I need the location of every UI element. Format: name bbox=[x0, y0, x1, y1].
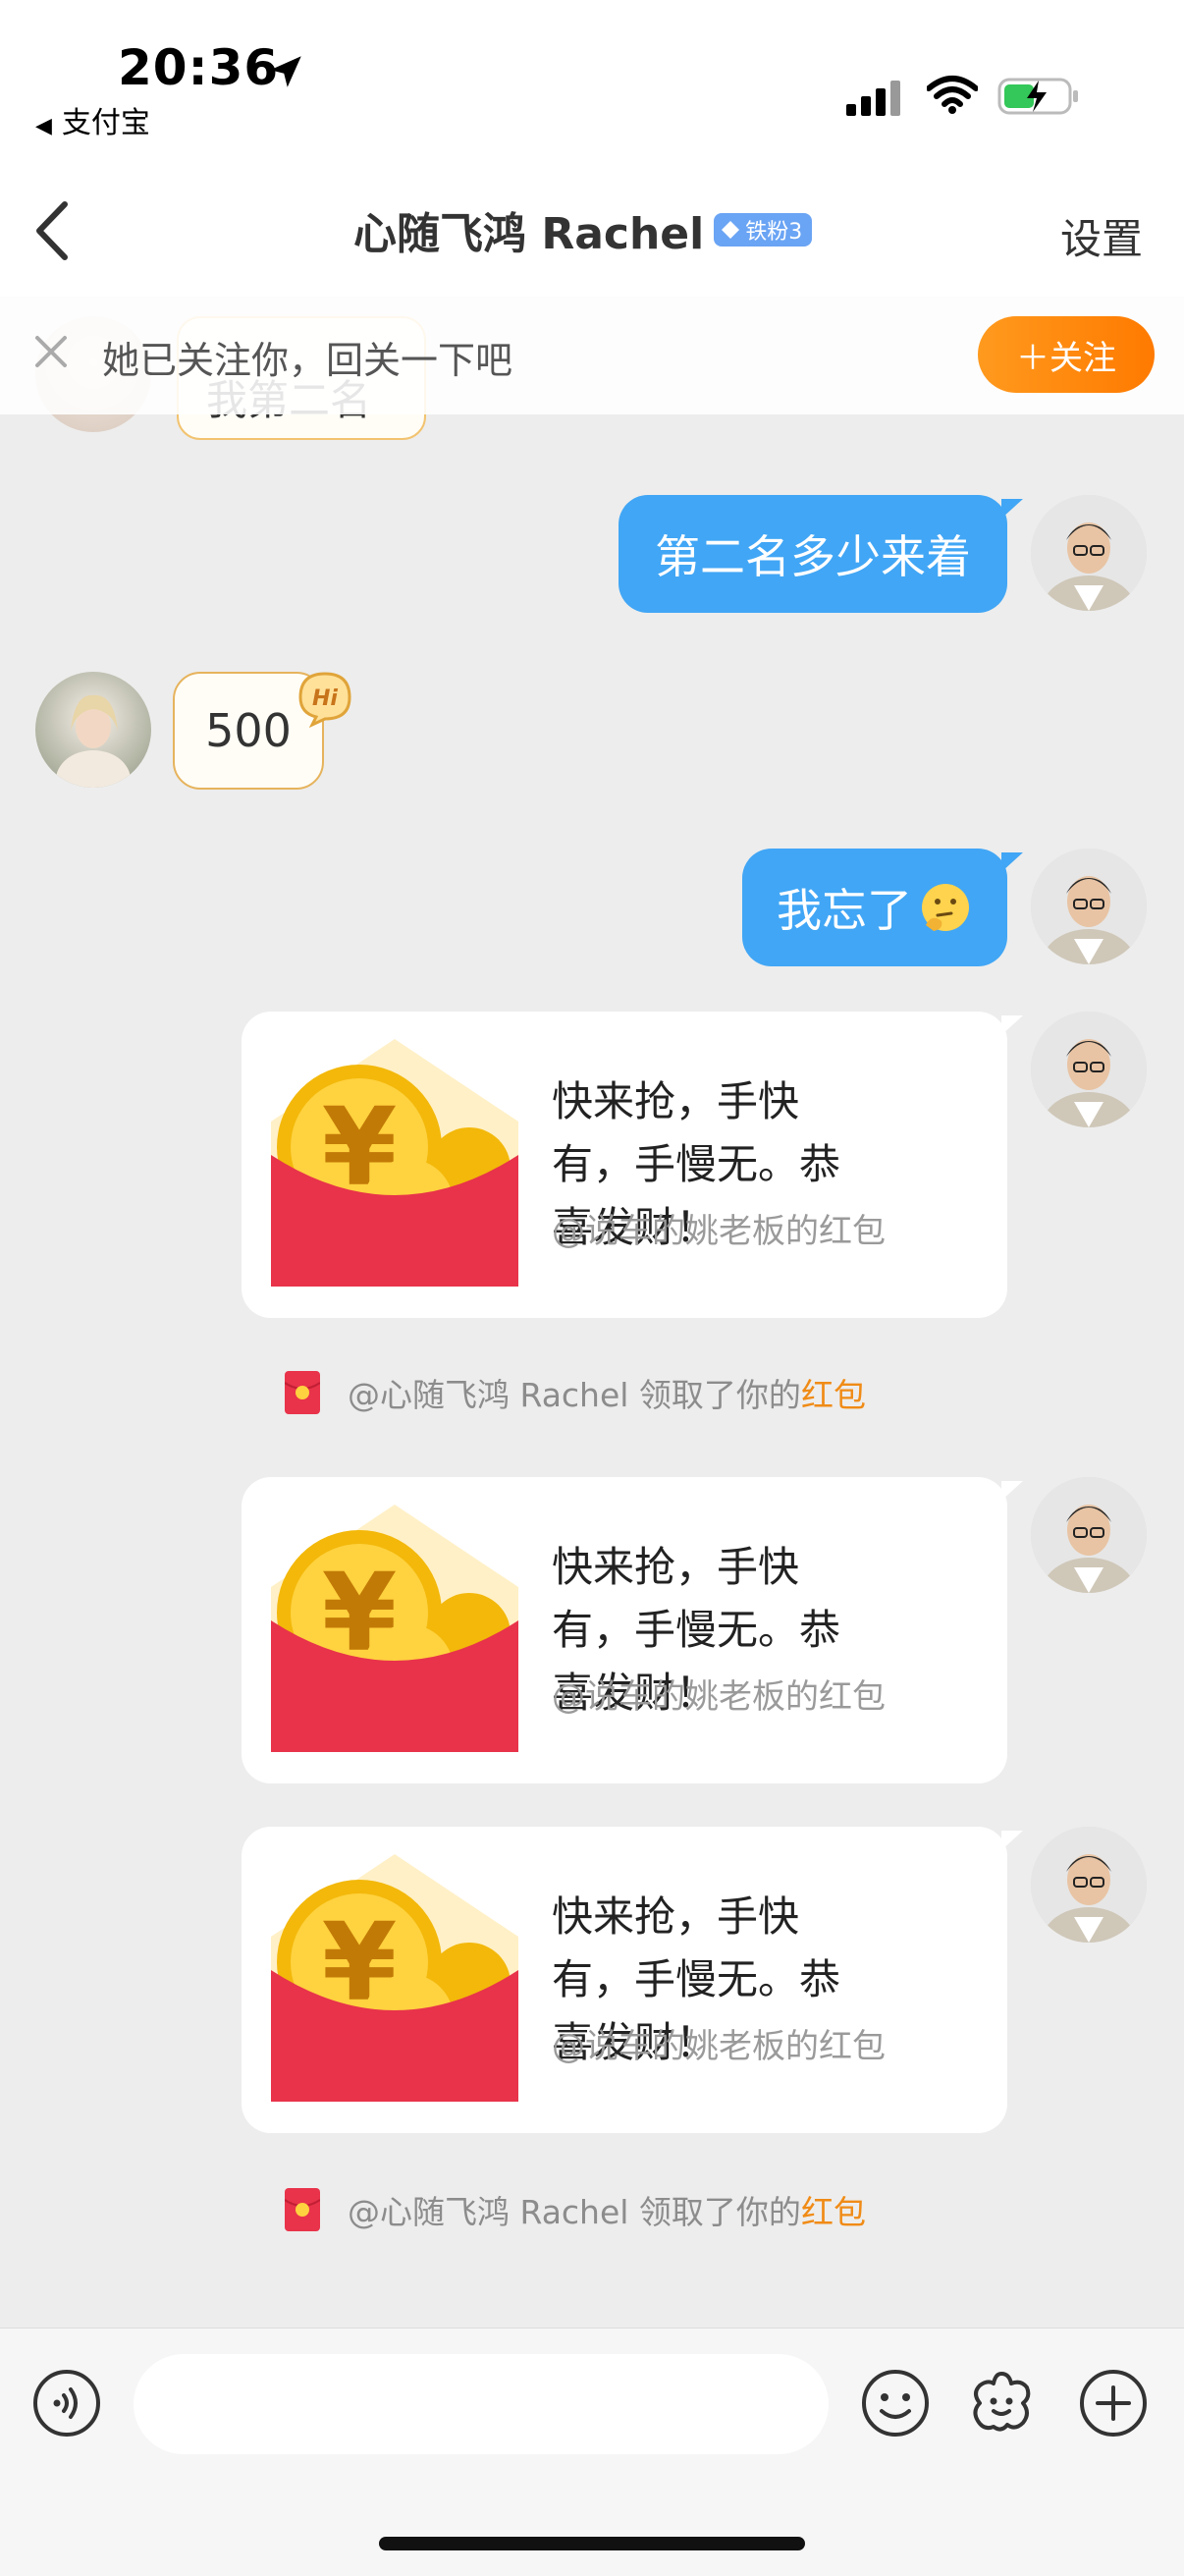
red-packet-card[interactable]: ¥ 快来抢，手快有，手慢无。恭喜发财！ @说车的姚老板的红包 bbox=[242, 1827, 1007, 2133]
back-app-label: 支付宝 bbox=[61, 106, 150, 140]
emoji-icon[interactable] bbox=[860, 2368, 931, 2439]
chat-title-group: 心随飞鸿 Rachel 铁粉3 bbox=[353, 200, 813, 259]
fan-level-badge: 铁粉3 bbox=[714, 213, 813, 247]
sticker-icon[interactable] bbox=[966, 2368, 1037, 2439]
follow-back-banner: 她已关注你，回关一下吧 ＋关注 bbox=[0, 297, 1184, 414]
red-packet-card[interactable]: ¥ 快来抢，手快有，手慢无。恭喜发财！ @说车的姚老板的红包 bbox=[242, 1012, 1007, 1318]
thinking-face-icon bbox=[922, 884, 969, 931]
outgoing-message-bubble[interactable]: 我忘了 bbox=[742, 849, 1007, 966]
battery-charging-icon bbox=[997, 78, 1078, 115]
back-chevron-icon[interactable] bbox=[26, 196, 84, 265]
mini-red-packet-icon bbox=[285, 1371, 320, 1414]
my-avatar[interactable] bbox=[1031, 495, 1147, 611]
red-packet-icon: ¥ bbox=[271, 1854, 518, 2102]
close-icon[interactable] bbox=[29, 330, 73, 373]
status-time: 20:36 bbox=[118, 39, 280, 96]
red-packet-icon: ¥ bbox=[271, 1505, 518, 1752]
cellular-signal-icon bbox=[846, 81, 901, 116]
my-avatar[interactable] bbox=[1031, 1477, 1147, 1593]
notice-highlight-link[interactable]: 红包 bbox=[801, 2186, 866, 2233]
diamond-icon bbox=[722, 221, 740, 239]
red-packet-claimed-notice: @心随飞鸿 Rachel 领取了你的 红包 bbox=[285, 2182, 866, 2237]
mini-red-packet-icon bbox=[285, 2188, 320, 2231]
bubble-tail bbox=[1001, 1831, 1023, 1850]
bubble-tail bbox=[1001, 499, 1023, 519]
red-packet-claimed-notice: @心随飞鸿 Rachel 领取了你的 红包 bbox=[285, 1365, 866, 1420]
red-packet-card[interactable]: ¥ 快来抢，手快有，手慢无。恭喜发财！ @说车的姚老板的红包 bbox=[242, 1477, 1007, 1783]
message-text: 第二名多少来着 bbox=[655, 530, 971, 583]
notice-text: @心随飞鸿 Rachel 领取了你的 bbox=[348, 2193, 801, 2231]
notice-highlight-link[interactable]: 红包 bbox=[801, 1369, 866, 1416]
outgoing-message-bubble[interactable]: 第二名多少来着 bbox=[619, 495, 1007, 613]
bubble-tail bbox=[1001, 1481, 1023, 1501]
follow-back-text: 她已关注你，回关一下吧 bbox=[102, 339, 513, 382]
status-bar: 20:36 ◀ 支付宝 bbox=[0, 0, 1184, 167]
back-to-app-link[interactable]: ◀ 支付宝 bbox=[35, 98, 150, 141]
contact-avatar[interactable] bbox=[35, 672, 151, 788]
back-triangle-icon: ◀ bbox=[35, 114, 52, 138]
my-avatar[interactable] bbox=[1031, 1827, 1147, 1943]
notice-text: @心随飞鸿 Rachel 领取了你的 bbox=[348, 1376, 801, 1414]
my-avatar[interactable] bbox=[1031, 1012, 1147, 1127]
bubble-tail bbox=[1001, 1015, 1023, 1035]
settings-button[interactable]: 设置 bbox=[1060, 206, 1143, 266]
input-bar bbox=[0, 2328, 1184, 2576]
voice-icon[interactable] bbox=[31, 2368, 102, 2439]
red-packet-icon: ¥ bbox=[271, 1039, 518, 1287]
home-indicator bbox=[379, 2537, 805, 2550]
plus-icon[interactable] bbox=[1078, 2368, 1149, 2439]
message-text: 500 bbox=[205, 704, 292, 757]
hi-sticker-icon: Hi bbox=[295, 668, 355, 729]
hi-sticker-text: Hi bbox=[312, 686, 338, 711]
message-text: 我忘了 bbox=[777, 884, 912, 937]
chat-header: 心随飞鸿 Rachel 铁粉3 设置 bbox=[0, 167, 1184, 298]
red-packet-sender: @说车的姚老板的红包 bbox=[552, 1677, 886, 1717]
follow-button[interactable]: ＋关注 bbox=[978, 316, 1155, 393]
chat-title: 心随飞鸿 Rachel bbox=[353, 209, 705, 259]
message-input[interactable] bbox=[134, 2354, 829, 2454]
fan-badge-label: 铁粉3 bbox=[745, 220, 803, 245]
red-packet-sender: @说车的姚老板的红包 bbox=[552, 1212, 886, 1251]
red-packet-sender: @说车的姚老板的红包 bbox=[552, 2027, 886, 2066]
bubble-tail bbox=[1001, 852, 1023, 872]
my-avatar[interactable] bbox=[1031, 849, 1147, 964]
location-arrow-icon bbox=[270, 56, 301, 87]
wifi-icon bbox=[927, 76, 978, 114]
